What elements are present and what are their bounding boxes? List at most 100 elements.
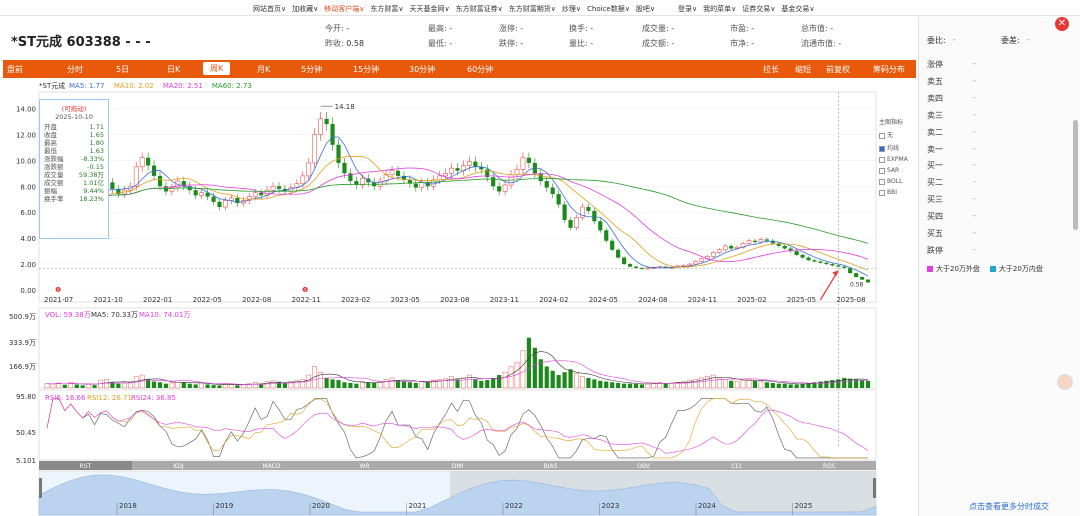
tab-4[interactable]: 周K (203, 62, 231, 75)
tab-3[interactable]: 日K (167, 64, 180, 75)
candle-body (449, 167, 454, 174)
volume-bar (366, 382, 371, 388)
nav-link[interactable]: 证券交易∨ (742, 4, 775, 14)
indicator-label: 无 (887, 132, 894, 139)
volume-panel-frame (38, 307, 877, 389)
indicator-option[interactable]: EXPMA (879, 156, 908, 163)
volume-bar (383, 379, 389, 389)
tab-1[interactable]: 分时 (67, 64, 83, 75)
scrollbar[interactable] (1073, 120, 1078, 230)
nav-link[interactable]: 加收藏∨ (292, 4, 318, 14)
quote-label: 成交量: (642, 24, 669, 33)
close-icon[interactable]: ✕ (1055, 17, 1069, 31)
volume-bar (740, 379, 746, 389)
nav-link[interactable]: 登录∨ (678, 4, 697, 14)
volume-bar (157, 382, 163, 388)
nav-link[interactable]: 网站首页∨ (253, 4, 286, 14)
candle-body (586, 207, 591, 211)
volume-bar (497, 375, 502, 388)
checkbox-icon[interactable] (879, 145, 885, 152)
book-value: - (973, 109, 976, 119)
checkbox-icon[interactable] (879, 156, 885, 163)
date-tick-label: 2022-11 (292, 296, 321, 304)
tooltip-value: 1.63 (89, 147, 104, 155)
candle-body (746, 240, 752, 244)
checkbox-icon[interactable] (879, 178, 885, 185)
tab-7[interactable]: 15分钟 (353, 64, 379, 75)
quote-value: - (446, 39, 453, 48)
tooltip-key: 涨跌额 (44, 163, 64, 171)
candle-body (330, 124, 335, 145)
candle-body (544, 181, 549, 188)
volume-bar (746, 379, 752, 389)
event-marker-icon: ❶ (55, 286, 61, 294)
nav-link[interactable]: 东方财富期货∨ (509, 4, 556, 14)
quote-value: - (343, 24, 350, 33)
candle-body (217, 201, 222, 208)
candle-body (520, 157, 526, 170)
candle-body (687, 263, 692, 266)
indicator-label: BBI (887, 189, 898, 196)
indicator-option[interactable]: 均线 (879, 143, 908, 152)
quote-field: 流通市值: - (801, 38, 841, 49)
indicator-option[interactable]: BOLL (879, 178, 908, 185)
indicator-tab-label: OBV (637, 463, 651, 470)
nav-link[interactable]: 炒理∨ (562, 4, 581, 14)
volume-bar (217, 385, 222, 388)
avatar[interactable] (1057, 374, 1073, 390)
tab-5[interactable]: 月K (257, 64, 270, 75)
tab-6[interactable]: 5分钟 (301, 64, 322, 75)
kline-chart[interactable]: 14.00 12.00 10.00 8.00 6.00 4.00 2.00 0.00 *ST元成… (3, 78, 913, 516)
tab-0[interactable]: 盘前 (7, 64, 23, 75)
volume-bar (848, 378, 853, 388)
tab-right-3[interactable]: 筹码分布 (873, 64, 905, 75)
indicator-option[interactable]: BBI (879, 189, 908, 196)
tab-right-2[interactable]: 前复权 (826, 64, 850, 75)
volume-bar (859, 380, 865, 388)
tab-8[interactable]: 30分钟 (409, 64, 435, 75)
more-trades-link[interactable]: 点击查看更多分时成交 (969, 501, 1049, 512)
volume-bar (413, 382, 418, 388)
volume-bar (330, 379, 335, 388)
checkbox-icon[interactable] (879, 132, 885, 139)
quote-field: 市盈: - (730, 23, 754, 34)
candle-body (568, 219, 573, 228)
year-label: 2021 (409, 502, 427, 510)
book-label: 涨停 (927, 60, 943, 69)
candle-tooltip[interactable]: (可拖动) 2025-10-10 开盘 1.71 收盘 1.65 最高 1.80 最低 1.6… (39, 99, 109, 239)
nav-link[interactable]: 基金交易∨ (781, 4, 814, 14)
nav-link[interactable]: 东方财富证券∨ (456, 4, 503, 14)
nav-link[interactable]: 移动客户端∨ (324, 4, 364, 14)
candle-body (598, 221, 603, 231)
rsi-tick-label: 95.80 (16, 393, 36, 401)
volume-bar (193, 384, 198, 388)
indicator-option[interactable]: SAR (879, 167, 908, 174)
candle-body (526, 157, 531, 163)
nav-link[interactable]: 我的菜单∨ (703, 4, 736, 14)
book-value: - (973, 75, 976, 85)
checkbox-icon[interactable] (879, 167, 885, 174)
tab-2[interactable]: 5日 (116, 64, 129, 75)
quote-label: 最低: (428, 39, 447, 48)
volume-bar (199, 382, 204, 389)
date-tick-label: 2025-08 (836, 296, 865, 304)
checkbox-icon[interactable] (879, 189, 885, 196)
quote-value: - (587, 39, 594, 48)
nav-link[interactable]: 股吧∨ (636, 4, 655, 14)
tab-right-0[interactable]: 拉长 (763, 64, 779, 75)
volume-bar (508, 366, 514, 389)
chart-title: *ST元成 (39, 81, 65, 90)
tab-right-1[interactable]: 缩短 (795, 64, 811, 75)
volume-bar (467, 374, 472, 389)
top-nav-right: 登录∨ 我的菜单∨ 证券交易∨ 基金交易∨ (678, 4, 815, 14)
year-label: 2022 (505, 502, 523, 510)
indicator-option[interactable]: 无 (879, 130, 908, 139)
volume-bar (705, 376, 710, 389)
nav-link[interactable]: 东方财富∨ (370, 4, 403, 14)
nav-link[interactable]: Choice数据∨ (587, 4, 630, 14)
volume-bar (324, 377, 329, 388)
nav-link[interactable]: 天天基金网∨ (410, 4, 450, 14)
volume-bar (264, 381, 270, 389)
side-top-value: - (953, 35, 956, 44)
tab-9[interactable]: 60分钟 (467, 64, 493, 75)
